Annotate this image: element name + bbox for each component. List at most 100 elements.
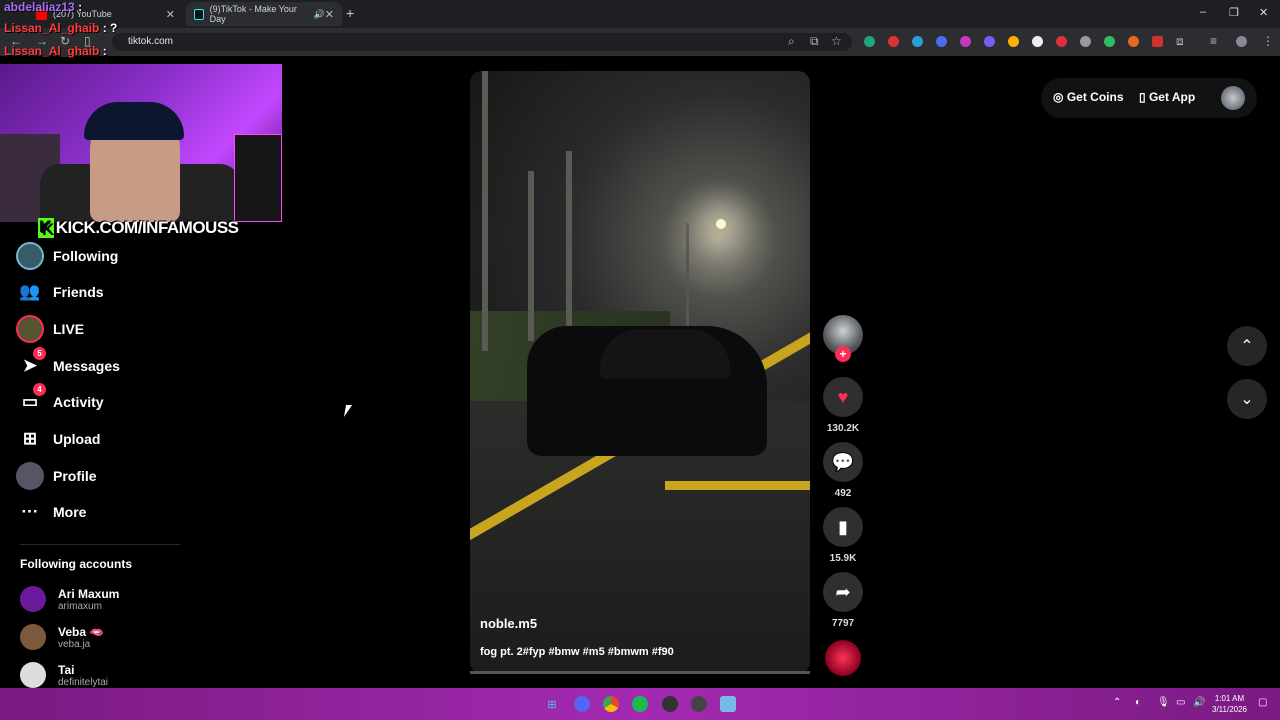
save-count: 15.9K	[829, 553, 857, 564]
taskbar-clock[interactable]: 1:01 AM 3/11/2026	[1212, 693, 1247, 715]
media-controls-icon[interactable]: ≡	[1210, 34, 1217, 48]
more-icon: ···	[21, 502, 39, 521]
account-name: Ari Maxum	[58, 586, 120, 601]
next-video-button[interactable]: ⌄	[1227, 379, 1267, 419]
extension-icon[interactable]	[864, 36, 875, 47]
tab-close-icon[interactable]: ✕	[166, 8, 175, 21]
browser-menu-icon[interactable]: ⋮	[1262, 34, 1274, 48]
sidebar-item-following[interactable]: Following	[16, 241, 118, 271]
extension-icon[interactable]	[936, 36, 947, 47]
following-account[interactable]: Ari Maxum arimaxum	[20, 583, 119, 615]
url-input[interactable]: tiktok.com	[112, 33, 852, 51]
extension-icon[interactable]	[1104, 36, 1115, 47]
extension-icon[interactable]	[960, 36, 971, 47]
video-scene-road-line	[665, 481, 810, 490]
video-author-username[interactable]: noble.m5	[480, 616, 537, 631]
get-app-label: Get App	[1148, 90, 1196, 104]
video-scene-tree	[566, 151, 572, 341]
close-window-button[interactable]: ✕	[1259, 6, 1268, 19]
install-app-icon[interactable]: ⧉	[810, 34, 819, 49]
minimize-button[interactable]: –	[1200, 6, 1206, 18]
account-handle: veba.ja	[58, 638, 91, 650]
account-handle: definitelytai	[58, 676, 109, 688]
discord-icon[interactable]	[574, 696, 590, 712]
extension-icon[interactable]	[1056, 36, 1067, 47]
profile-avatar-icon[interactable]	[1236, 36, 1247, 47]
music-disc-icon[interactable]	[825, 640, 861, 676]
extension-icon[interactable]	[912, 36, 923, 47]
chat-message: :	[78, 0, 83, 14]
sidebar-item-label: Upload	[53, 431, 101, 447]
extensions-puzzle-icon[interactable]: ⧈	[1176, 34, 1184, 49]
extension-icon[interactable]	[984, 36, 995, 47]
video-scene-car-roof	[600, 329, 730, 379]
audio-playing-icon[interactable]: 🔊	[314, 9, 325, 20]
extension-icon[interactable]	[1080, 36, 1091, 47]
get-app-button[interactable]: ▯ Get App	[1139, 90, 1195, 104]
microphone-icon[interactable]: 🎙	[1157, 697, 1170, 708]
extension-icon[interactable]	[1128, 36, 1139, 47]
following-account[interactable]: Tai definitelytai	[20, 659, 108, 691]
spotify-icon[interactable]	[632, 696, 648, 712]
account-avatar[interactable]	[1221, 86, 1245, 110]
video-progress-bar[interactable]	[470, 671, 810, 674]
extension-icon[interactable]	[888, 36, 899, 47]
tab-tiktok[interactable]: (9)TikTok - Make Your Day 🔊 ✕	[186, 2, 342, 26]
share-count: 7797	[831, 618, 855, 629]
sidebar-item-messages[interactable]: ➤ 5 Messages	[16, 347, 120, 381]
share-button[interactable]: ➦	[823, 572, 863, 612]
chrome-icon[interactable]	[603, 696, 619, 712]
account-name: Tai	[58, 662, 75, 677]
sidebar-item-upload[interactable]: ⊞ Upload	[16, 424, 101, 454]
video-player[interactable]	[470, 71, 810, 674]
save-button[interactable]: ▮	[823, 507, 863, 547]
sidebar-item-live[interactable]: LIVE	[16, 314, 84, 344]
sidebar-item-label: Profile	[53, 468, 97, 484]
video-description: fog pt. 2#fyp #bmw #m5 #bmwm #f90	[480, 646, 674, 658]
sidebar-divider	[20, 544, 180, 545]
bookmark-star-icon[interactable]: ☆	[831, 34, 842, 48]
zoom-icon[interactable]: ⌕	[788, 34, 795, 49]
like-button[interactable]: ♥	[823, 377, 863, 417]
chat-username: abdelaliaz13	[4, 0, 75, 14]
extension-icon[interactable]	[1152, 36, 1163, 47]
extension-icon[interactable]	[1032, 36, 1043, 47]
sidebar-item-activity[interactable]: ▭ 4 Activity	[16, 383, 104, 417]
notification-icon[interactable]: ▢	[1258, 697, 1267, 708]
extension-icon[interactable]	[1008, 36, 1019, 47]
follow-plus-icon[interactable]: +	[835, 346, 851, 362]
obs-icon[interactable]	[662, 696, 678, 712]
sidebar-item-friends[interactable]: 👥 Friends	[16, 277, 103, 307]
app-icon[interactable]	[720, 696, 736, 712]
previous-video-button[interactable]: ⌃	[1227, 326, 1267, 366]
video-scene-tree	[482, 71, 488, 351]
tab-close-icon[interactable]: ✕	[325, 8, 334, 21]
comment-button[interactable]: 💬	[823, 442, 863, 482]
sidebar-item-more[interactable]: ··· More	[16, 497, 87, 527]
restore-button[interactable]: ❐	[1229, 6, 1239, 19]
following-account[interactable]: Veba 🫦 veba.ja	[20, 621, 104, 653]
video-scene-lamp-pole	[686, 223, 689, 333]
messages-icon: ➤ 5	[16, 347, 46, 380]
network-icon[interactable]: ▭	[1176, 697, 1185, 708]
comment-bubble-icon: 💬	[831, 451, 855, 472]
kick-stream-banner: K KICK.COM/INFAMOUSS	[38, 218, 239, 238]
new-tab-button[interactable]: +	[346, 5, 354, 21]
tray-overflow-icon[interactable]: ⌃	[1113, 697, 1121, 708]
app-icon[interactable]	[691, 696, 707, 712]
chat-message: :	[102, 44, 107, 58]
chat-username: Lissan_Al_ghaib	[4, 44, 100, 58]
tray-app-icon[interactable]: ◐	[1135, 697, 1141, 708]
video-scene-street-lamp	[716, 219, 726, 229]
avatar	[20, 624, 46, 650]
windows-start-icon[interactable]: ⊞	[544, 696, 560, 712]
webcam-cap	[84, 102, 184, 140]
coin-icon: ◎	[1053, 90, 1064, 104]
volume-icon[interactable]: 🔊	[1193, 697, 1205, 708]
account-name: Veba 🫦	[58, 624, 105, 639]
activity-icon: ▭ 4	[16, 383, 46, 416]
sidebar-item-label: LIVE	[53, 321, 85, 337]
sidebar-item-profile[interactable]: Profile	[16, 461, 97, 491]
live-avatar-icon	[16, 315, 44, 343]
get-coins-button[interactable]: ◎ Get Coins	[1053, 90, 1124, 104]
